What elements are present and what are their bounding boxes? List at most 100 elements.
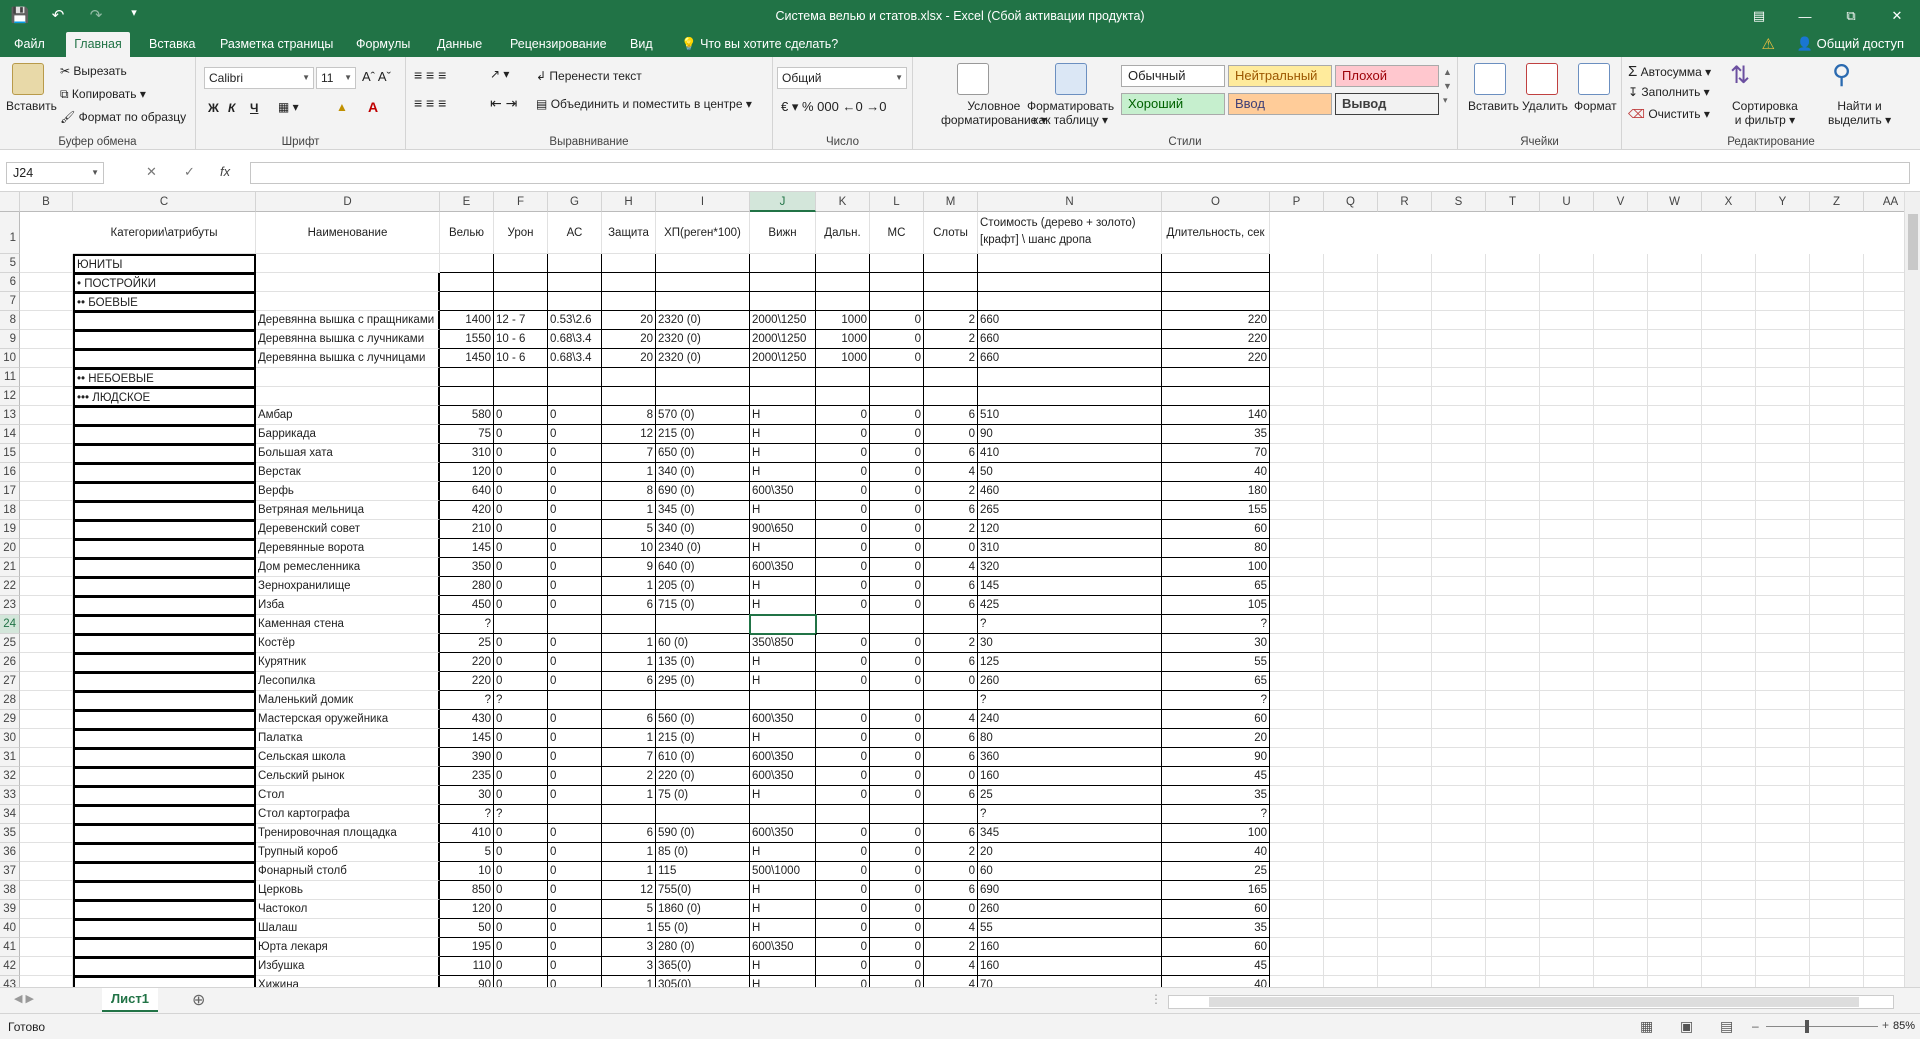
cell-t22[interactable] <box>1486 577 1540 596</box>
cell-e42[interactable]: 110 <box>440 957 494 976</box>
column-header-z[interactable]: Z <box>1810 192 1864 212</box>
cell-r31[interactable] <box>1378 748 1432 767</box>
cell-y31[interactable] <box>1756 748 1810 767</box>
cell-w39[interactable] <box>1648 900 1702 919</box>
cell-v39[interactable] <box>1594 900 1648 919</box>
cell-x34[interactable] <box>1702 805 1756 824</box>
cell-m7[interactable] <box>924 292 978 311</box>
cell-v28[interactable] <box>1594 691 1648 710</box>
cell-x22[interactable] <box>1702 577 1756 596</box>
copy-button[interactable]: ⧉ Копировать ▾ <box>60 87 146 102</box>
column-header-aa[interactable]: AA <box>1864 192 1904 212</box>
cell-aa17[interactable] <box>1864 482 1904 501</box>
cell-y5[interactable] <box>1756 254 1810 273</box>
cell-f15[interactable]: 0 <box>494 444 548 463</box>
cell-t21[interactable] <box>1486 558 1540 577</box>
cell-b28[interactable] <box>20 691 73 710</box>
cell-m32[interactable]: 0 <box>924 767 978 786</box>
cell-q21[interactable] <box>1324 558 1378 577</box>
cell-s18[interactable] <box>1432 501 1486 520</box>
cell-h11[interactable] <box>602 368 656 387</box>
row-header-20[interactable]: 20 <box>0 539 20 558</box>
cut-button[interactable]: ✂ Вырезать <box>60 64 127 78</box>
cell-q25[interactable] <box>1324 634 1378 653</box>
column-header-k[interactable]: K <box>816 192 870 212</box>
cell-n23[interactable]: 425 <box>978 596 1162 615</box>
cell-h24[interactable] <box>602 615 656 634</box>
cell-s27[interactable] <box>1432 672 1486 691</box>
cell-x27[interactable] <box>1702 672 1756 691</box>
cell-t8[interactable] <box>1486 311 1540 330</box>
row-header-1[interactable]: 1 <box>0 212 20 254</box>
cell-q39[interactable] <box>1324 900 1378 919</box>
cell-o17[interactable]: 180 <box>1162 482 1270 501</box>
cell-aa21[interactable] <box>1864 558 1904 577</box>
cell-m40[interactable]: 4 <box>924 919 978 938</box>
vertical-scroll-thumb[interactable] <box>1908 214 1918 270</box>
cell-g17[interactable]: 0 <box>548 482 602 501</box>
cell-v12[interactable] <box>1594 387 1648 406</box>
cell-aa32[interactable] <box>1864 767 1904 786</box>
cell-x10[interactable] <box>1702 349 1756 368</box>
cell-v15[interactable] <box>1594 444 1648 463</box>
cell-j23[interactable]: Н <box>750 596 816 615</box>
cell-v38[interactable] <box>1594 881 1648 900</box>
format-painter-button[interactable]: 🖌 Формат по образцу <box>60 110 186 124</box>
cell-q28[interactable] <box>1324 691 1378 710</box>
cell-z5[interactable] <box>1810 254 1864 273</box>
cell-u42[interactable] <box>1540 957 1594 976</box>
cell-n26[interactable]: 125 <box>978 653 1162 672</box>
cell-l13[interactable]: 0 <box>870 406 924 425</box>
cell-z11[interactable] <box>1810 368 1864 387</box>
cell-n16[interactable]: 50 <box>978 463 1162 482</box>
cell-n24[interactable]: ? <box>978 615 1162 634</box>
cell-r15[interactable] <box>1378 444 1432 463</box>
cell-h14[interactable]: 12 <box>602 425 656 444</box>
cell-m41[interactable]: 2 <box>924 938 978 957</box>
cell-u8[interactable] <box>1540 311 1594 330</box>
cell-e7[interactable] <box>440 292 494 311</box>
cell-v19[interactable] <box>1594 520 1648 539</box>
cell-u43[interactable] <box>1540 976 1594 987</box>
cell-i31[interactable]: 610 (0) <box>656 748 750 767</box>
cell-m25[interactable]: 2 <box>924 634 978 653</box>
cell-x37[interactable] <box>1702 862 1756 881</box>
cell-t41[interactable] <box>1486 938 1540 957</box>
cell-m24[interactable] <box>924 615 978 634</box>
paste-icon[interactable] <box>12 63 44 95</box>
cell-g41[interactable]: 0 <box>548 938 602 957</box>
cell-g25[interactable]: 0 <box>548 634 602 653</box>
zoom-level[interactable]: 85% <box>1893 1020 1915 1032</box>
cell-f19[interactable]: 0 <box>494 520 548 539</box>
cell-r40[interactable] <box>1378 919 1432 938</box>
cell-i39[interactable]: 1860 (0) <box>656 900 750 919</box>
cell-q19[interactable] <box>1324 520 1378 539</box>
cell-v17[interactable] <box>1594 482 1648 501</box>
cell-y17[interactable] <box>1756 482 1810 501</box>
cell-o34[interactable]: ? <box>1162 805 1270 824</box>
cell-x39[interactable] <box>1702 900 1756 919</box>
cell-l36[interactable]: 0 <box>870 843 924 862</box>
cell-q14[interactable] <box>1324 425 1378 444</box>
cell-j35[interactable]: 600\350 <box>750 824 816 843</box>
cell-e22[interactable]: 280 <box>440 577 494 596</box>
cell-t16[interactable] <box>1486 463 1540 482</box>
cell-r18[interactable] <box>1378 501 1432 520</box>
cell-n10[interactable]: 660 <box>978 349 1162 368</box>
cell-w21[interactable] <box>1648 558 1702 577</box>
cell-q32[interactable] <box>1324 767 1378 786</box>
cell-e39[interactable]: 120 <box>440 900 494 919</box>
cell-p27[interactable] <box>1270 672 1324 691</box>
cell-u20[interactable] <box>1540 539 1594 558</box>
cell-h35[interactable]: 6 <box>602 824 656 843</box>
cell-u11[interactable] <box>1540 368 1594 387</box>
cell-z29[interactable] <box>1810 710 1864 729</box>
cell-y28[interactable] <box>1756 691 1810 710</box>
cell-s29[interactable] <box>1432 710 1486 729</box>
cell-t23[interactable] <box>1486 596 1540 615</box>
cell-s30[interactable] <box>1432 729 1486 748</box>
cell-k10[interactable]: 1000 <box>816 349 870 368</box>
cell-r29[interactable] <box>1378 710 1432 729</box>
cell-p22[interactable] <box>1270 577 1324 596</box>
cell-v42[interactable] <box>1594 957 1648 976</box>
